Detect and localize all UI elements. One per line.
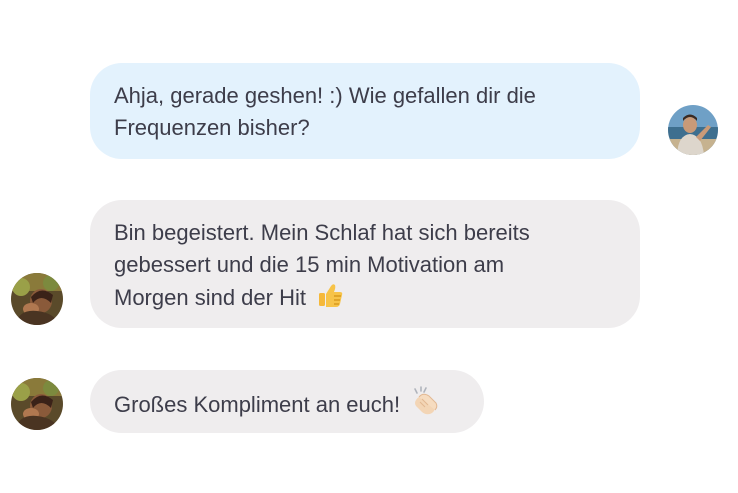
message-text-line: gebessert und die 15 min Motivation am <box>114 252 505 277</box>
message-text-line: Bin begeistert. Mein Schlaf hat sich ber… <box>114 220 530 245</box>
message-bubble-incoming: Großes Kompliment an euch! <box>90 370 484 433</box>
message-text-line: Großes Kompliment an euch! <box>114 392 401 417</box>
thumbs-up-icon <box>316 281 344 318</box>
message-bubble-outgoing: Ahja, gerade geshen! :) Wie gefallen dir… <box>90 63 640 159</box>
contact-avatar[interactable] <box>11 273 63 325</box>
message-text-line: Frequenzen bisher? <box>114 115 310 140</box>
clapping-hands-icon <box>410 386 440 425</box>
message-text-line: Ahja, gerade geshen! :) Wie gefallen dir… <box>114 83 536 108</box>
message-text-line: Morgen sind der Hit <box>114 285 306 310</box>
contact-avatar-photo <box>11 378 63 430</box>
contact-avatar-photo <box>11 273 63 325</box>
contact-avatar[interactable] <box>11 378 63 430</box>
message-bubble-incoming: Bin begeistert. Mein Schlaf hat sich ber… <box>90 200 640 328</box>
user-avatar[interactable] <box>668 105 718 155</box>
user-avatar-photo <box>668 105 718 155</box>
